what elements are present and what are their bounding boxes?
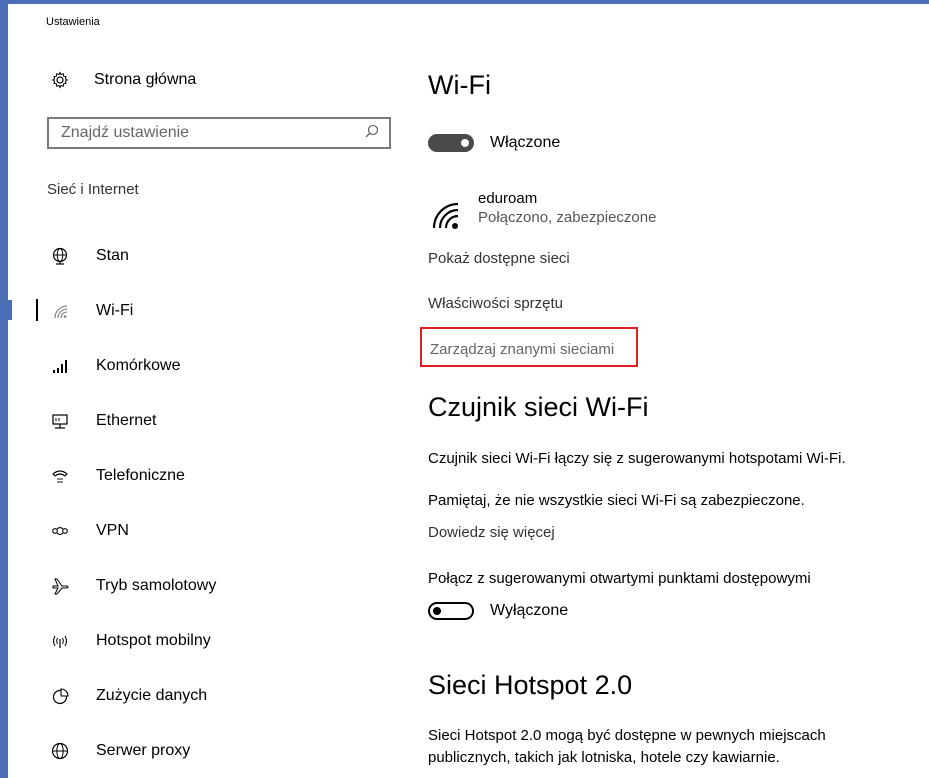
sidebar-nav: Stan Wi-Fi Komórkowe Ethernet Telefonicz… (36, 228, 416, 778)
data-usage-icon (49, 687, 71, 705)
gear-icon (50, 70, 70, 90)
hotspot20-description-line2: publicznych, takich jak lotniska, hotele… (428, 749, 780, 766)
airplane-icon (49, 577, 71, 595)
wifi-toggle-label: Włączone (490, 134, 561, 151)
hotspot20-title: Sieci Hotspot 2.0 (428, 670, 633, 700)
home-label: Strona główna (94, 71, 197, 88)
sidebar-item-telefoniczne[interactable]: Telefoniczne (36, 448, 416, 503)
connect-suggested-label: Połącz z sugerowanymi otwartymi punktami… (428, 570, 811, 587)
hotspot20-description-line1: Sieci Hotspot 2.0 mogą być dostępne w pe… (428, 727, 826, 744)
hardware-properties-link[interactable]: Właściwości sprzętu (428, 295, 563, 312)
sidebar-item-label: Serwer proxy (96, 741, 191, 759)
network-status: Połączono, zabezpieczone (478, 209, 657, 226)
sidebar-item-label: Tryb samolotowy (96, 576, 217, 594)
wifi-sense-title: Czujnik sieci Wi-Fi (428, 392, 649, 422)
network-name: eduroam (478, 190, 538, 207)
sidebar-item-label: VPN (96, 521, 129, 539)
sidebar-item-label: Komórkowe (96, 356, 181, 374)
sidebar-item-data-usage[interactable]: Zużycie danych (36, 668, 416, 723)
sidebar-item-label: Ethernet (96, 411, 157, 429)
manage-known-networks-link[interactable]: Zarządzaj znanymi sieciami (420, 327, 638, 367)
wifi-toggle[interactable] (428, 134, 474, 152)
learn-more-link[interactable]: Dowiedz się więcej (428, 524, 555, 541)
connected-network[interactable]: eduroam Połączono, zabezpieczone (428, 190, 656, 238)
sidebar-item-label: Telefoniczne (96, 466, 185, 484)
sidebar-item-ethernet[interactable]: Ethernet (36, 393, 416, 448)
globe-icon (49, 742, 71, 760)
sidebar-item-stan[interactable]: Stan (36, 228, 416, 283)
suggested-toggle-label: Wyłączone (490, 602, 569, 619)
sidebar: Strona główna Znajdź ustawienie Sieć i I… (8, 0, 408, 778)
search-placeholder: Znajdź ustawienie (61, 124, 190, 141)
wifi-signal-icon (428, 198, 468, 238)
search-input[interactable]: Znajdź ustawienie (47, 117, 391, 149)
ethernet-icon (49, 412, 71, 430)
cellular-icon (49, 357, 71, 375)
sidebar-item-label: Zużycie danych (96, 686, 208, 704)
globe-status-icon (49, 247, 71, 265)
window-left-edge (0, 0, 8, 778)
hotspot-icon (49, 632, 71, 650)
sidebar-item-label: Wi-Fi (96, 301, 134, 319)
manage-known-networks-label: Zarządzaj znanymi sieciami (430, 341, 615, 358)
sidebar-item-proxy[interactable]: Serwer proxy (36, 723, 416, 778)
sidebar-item-label: Stan (96, 246, 129, 264)
wifi-icon (49, 302, 71, 320)
suggested-toggle-row: Wyłączone (428, 602, 568, 620)
suggested-hotspots-toggle[interactable] (428, 602, 474, 620)
search-icon[interactable] (365, 124, 379, 143)
sidebar-item-vpn[interactable]: VPN (36, 503, 416, 558)
home-link[interactable]: Strona główna (50, 70, 196, 90)
vpn-icon (49, 522, 71, 540)
page-title: Wi-Fi (428, 70, 491, 100)
dialup-icon (49, 467, 71, 485)
sidebar-item-komorkowe[interactable]: Komórkowe (36, 338, 416, 393)
sidebar-item-hotspot[interactable]: Hotspot mobilny (36, 613, 416, 668)
wifi-sense-warning: Pamiętaj, że nie wszystkie sieci Wi-Fi s… (428, 492, 805, 509)
section-label: Sieć i Internet (47, 181, 139, 198)
sidebar-item-label: Hotspot mobilny (96, 631, 211, 649)
show-networks-link[interactable]: Pokaż dostępne sieci (428, 250, 570, 267)
sidebar-item-airplane[interactable]: Tryb samolotowy (36, 558, 416, 613)
sidebar-item-wifi[interactable]: Wi-Fi (36, 283, 416, 338)
wifi-toggle-row: Włączone (428, 134, 560, 152)
wifi-sense-description: Czujnik sieci Wi-Fi łączy się z sugerowa… (428, 450, 846, 467)
